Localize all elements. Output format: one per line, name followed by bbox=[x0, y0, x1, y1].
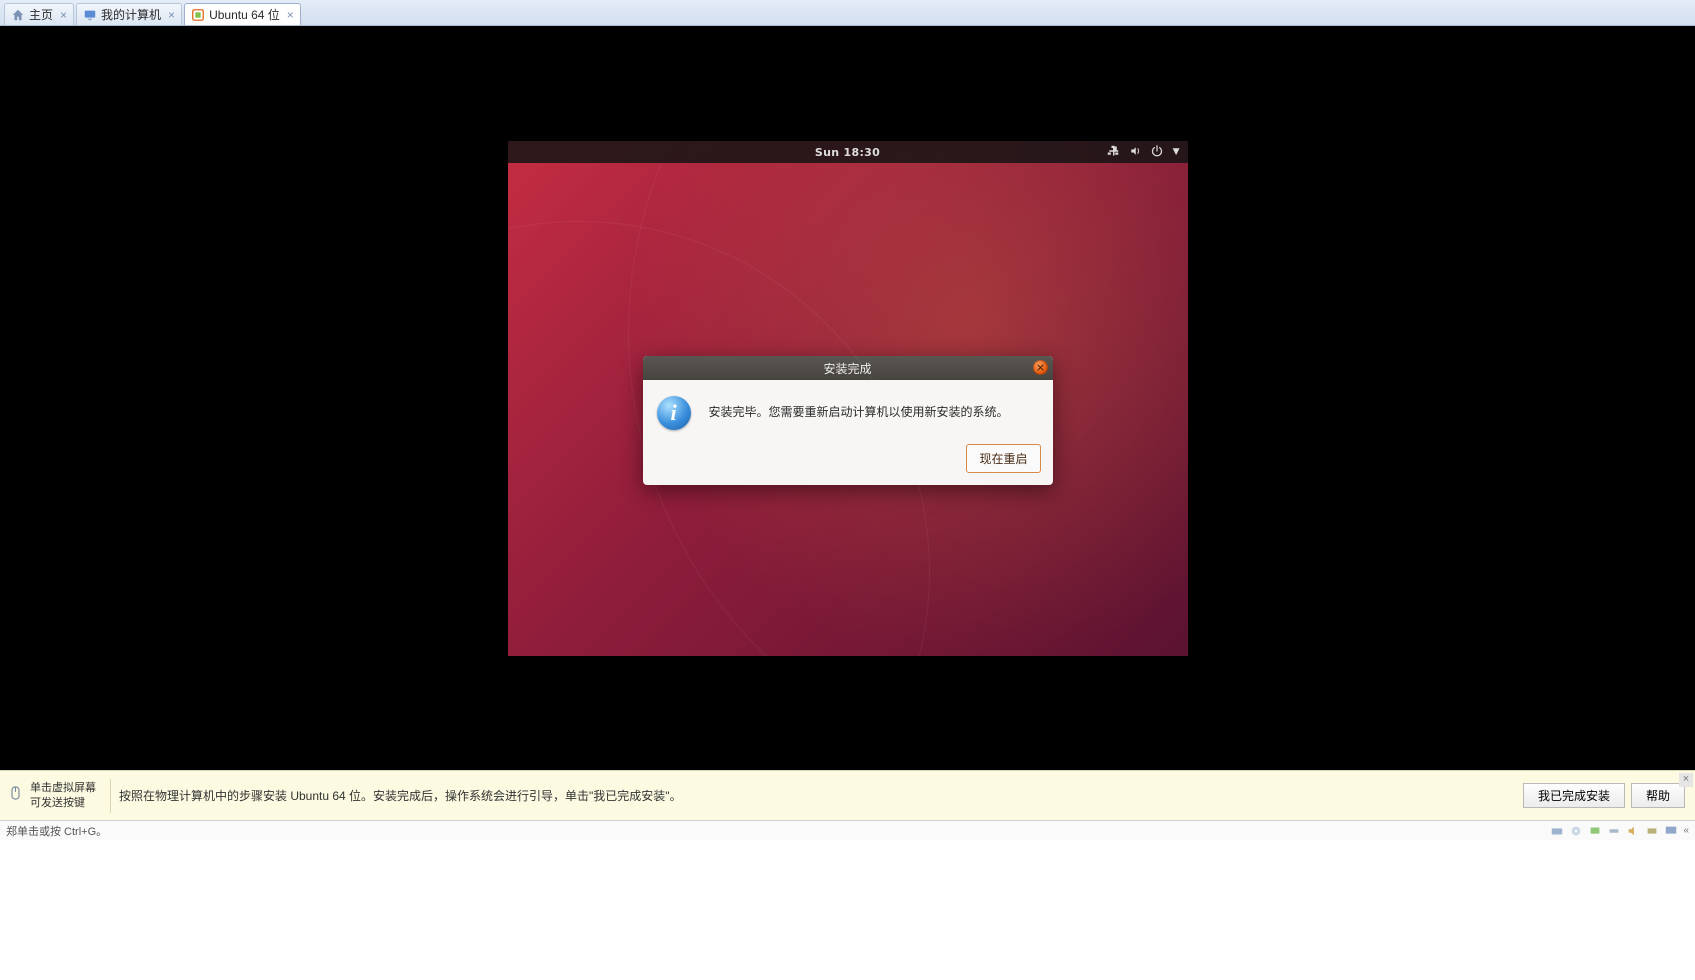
ubuntu-clock: Sun 18:30 bbox=[815, 147, 880, 158]
display-icon[interactable] bbox=[1664, 824, 1678, 838]
sound-icon[interactable] bbox=[1626, 824, 1640, 838]
volume-icon[interactable] bbox=[1129, 145, 1141, 159]
hint-left-line1: 单击虚拟屏幕 bbox=[30, 781, 96, 795]
monitor-icon bbox=[83, 8, 97, 22]
power-icon[interactable] bbox=[1151, 145, 1163, 159]
ubuntu-system-tray[interactable]: ▼ bbox=[1107, 141, 1180, 163]
help-button[interactable]: 帮助 bbox=[1631, 783, 1685, 808]
usb-icon[interactable] bbox=[1607, 824, 1621, 838]
ubuntu-desktop: Sun 18:30 ▼ 安装完成 bbox=[508, 141, 1188, 656]
tab-my-computer[interactable]: 我的计算机 × bbox=[76, 3, 182, 25]
tab-label: 主页 bbox=[29, 6, 53, 23]
close-icon[interactable]: × bbox=[60, 9, 67, 21]
network-icon[interactable] bbox=[1107, 145, 1119, 159]
status-tray: « bbox=[1550, 824, 1689, 838]
vm-icon bbox=[191, 8, 205, 22]
vmware-hint-bar: 单击虚拟屏幕 可发送按键 按照在物理计算机中的步骤安装 Ubuntu 64 位。… bbox=[0, 770, 1695, 820]
disk-icon[interactable] bbox=[1550, 824, 1564, 838]
install-complete-dialog: 安装完成 i 安装完毕。您需要重新启动计算机以使用新安装的系统。 现在重启 bbox=[643, 356, 1053, 485]
tab-label: 我的计算机 bbox=[101, 6, 161, 23]
restart-now-button[interactable]: 现在重启 bbox=[966, 444, 1040, 473]
info-icon: i bbox=[657, 396, 691, 430]
divider bbox=[110, 779, 111, 813]
close-icon[interactable]: × bbox=[1679, 773, 1693, 787]
status-text: 郑单击或按 Ctrl+G。 bbox=[6, 823, 107, 839]
chevron-down-icon[interactable]: ▼ bbox=[1173, 148, 1180, 157]
chevron-icon[interactable]: « bbox=[1683, 825, 1689, 836]
vmware-status-bar: 郑单击或按 Ctrl+G。 « bbox=[0, 820, 1695, 840]
vm-display-area[interactable]: Sun 18:30 ▼ 安装完成 bbox=[0, 26, 1695, 770]
tab-home[interactable]: 主页 × bbox=[4, 3, 74, 25]
dialog-message: 安装完毕。您需要重新启动计算机以使用新安装的系统。 bbox=[709, 396, 1009, 420]
home-icon bbox=[11, 8, 25, 22]
ubuntu-top-bar: Sun 18:30 ▼ bbox=[508, 141, 1188, 163]
dialog-title-bar: 安装完成 bbox=[643, 356, 1053, 380]
tab-label: Ubuntu 64 位 bbox=[209, 6, 280, 23]
close-icon[interactable]: × bbox=[287, 9, 294, 21]
install-instruction-text: 按照在物理计算机中的步骤安装 Ubuntu 64 位。安装完成后，操作系统会进行… bbox=[119, 787, 682, 804]
printer-icon[interactable] bbox=[1645, 824, 1659, 838]
mouse-icon bbox=[8, 785, 24, 805]
close-icon[interactable] bbox=[1033, 360, 1048, 375]
vmware-tab-bar: 主页 × 我的计算机 × Ubuntu 64 位 × bbox=[0, 0, 1695, 26]
install-done-button[interactable]: 我已完成安装 bbox=[1523, 783, 1625, 808]
hint-left-line2: 可发送按键 bbox=[30, 796, 96, 810]
network-adapter-icon[interactable] bbox=[1588, 824, 1602, 838]
tab-ubuntu-64[interactable]: Ubuntu 64 位 × bbox=[184, 3, 301, 25]
cd-icon[interactable] bbox=[1569, 824, 1583, 838]
dialog-title: 安装完成 bbox=[823, 360, 871, 377]
close-icon[interactable]: × bbox=[168, 9, 175, 21]
